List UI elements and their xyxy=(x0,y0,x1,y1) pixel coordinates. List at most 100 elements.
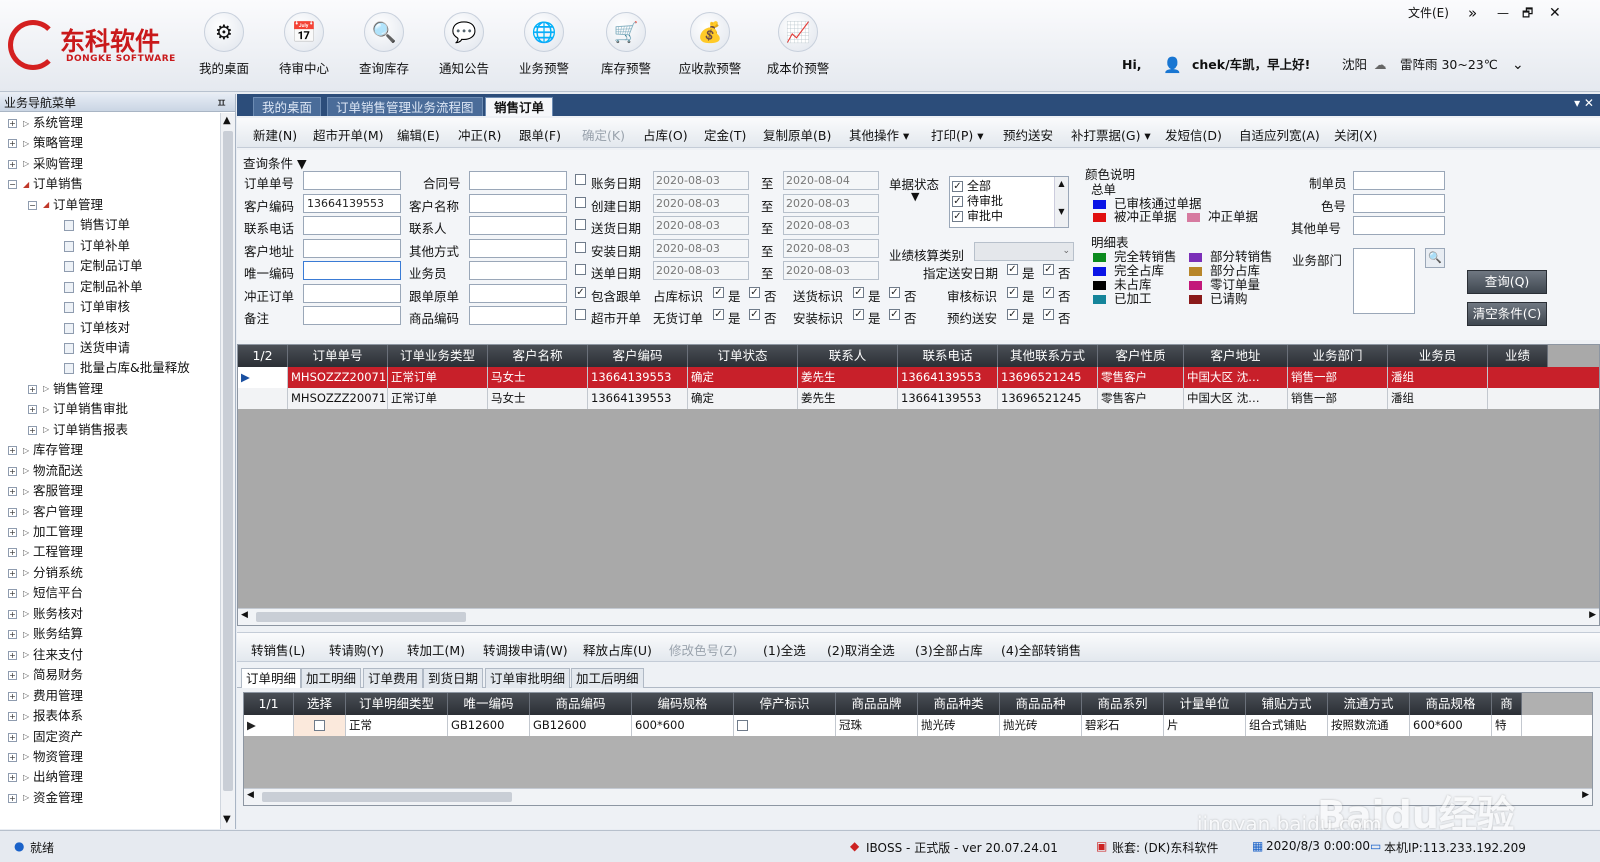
expand-toggle-icon[interactable]: + xyxy=(8,548,17,558)
table-cell[interactable] xyxy=(294,715,346,736)
sidebar-item[interactable]: + ▷ 账务结算 xyxy=(8,624,83,644)
doc-status-list[interactable]: ✓ 全部 ✓ 待审批 ✓ 审批中 ▲ ▼ xyxy=(949,176,1069,228)
yes-checkbox[interactable]: ✓ xyxy=(853,286,864,298)
detail-tab[interactable]: 到货日期 xyxy=(423,668,484,688)
query-field-input[interactable] xyxy=(303,238,401,258)
overflow-icon[interactable]: » xyxy=(1468,0,1477,26)
date-checkbox[interactable] xyxy=(575,219,586,230)
date-checkbox[interactable] xyxy=(575,264,586,275)
sidebar-item[interactable]: + ▷ 客户管理 xyxy=(8,502,83,522)
query-conditions-toggle[interactable]: 查询条件 ▼ xyxy=(243,153,307,172)
query-field-input[interactable] xyxy=(469,261,567,280)
action-button[interactable]: 定金(T) xyxy=(704,125,746,144)
action-button[interactable]: 跟单(F) xyxy=(519,125,561,144)
column-header[interactable]: 业务部门 xyxy=(1288,345,1388,367)
detail-tab[interactable]: 加工后明细 xyxy=(571,668,644,688)
column-header[interactable]: 编码规格 xyxy=(632,693,734,715)
sidebar-item[interactable]: + ▷ 报表体系 xyxy=(8,706,83,726)
no-checkbox[interactable]: ✓ xyxy=(1043,309,1054,320)
sidebar-item[interactable]: + ▷ 资金管理 xyxy=(8,788,83,808)
sidebar-item[interactable]: + ▷ 简易财务 xyxy=(8,665,83,685)
date-to-input[interactable]: 2020-08-03 xyxy=(783,238,879,258)
toolbar-button-3[interactable]: 🔍 查询库存 xyxy=(346,12,422,82)
column-header[interactable]: 客户地址 xyxy=(1184,345,1288,367)
sidebar-item[interactable]: 订单补单 xyxy=(48,236,130,256)
action-button[interactable]: 预约送安 xyxy=(1003,125,1053,144)
expand-toggle-icon[interactable]: + xyxy=(28,425,37,435)
sidebar-item[interactable]: + ▷ 分销系统 xyxy=(8,563,83,583)
sidebar-item[interactable]: − ◢ 订单销售 xyxy=(8,174,83,194)
sidebar-item[interactable]: + ▷ 账务核对 xyxy=(8,604,83,624)
expand-toggle-icon[interactable]: + xyxy=(8,466,17,476)
tab-my-desktop[interactable]: 我的桌面 xyxy=(253,97,322,116)
action-button[interactable]: 发短信(D) xyxy=(1165,125,1222,144)
doc-status-scroll[interactable]: ▲ ▼ xyxy=(1054,177,1068,227)
sidebar-item[interactable]: 订单审核 xyxy=(48,297,130,317)
sidebar-item[interactable]: + ▷ 系统管理 xyxy=(8,113,83,133)
action-button[interactable]: 占库(O) xyxy=(643,125,688,144)
sidebar-item[interactable]: + ▷ 订单销售审批 xyxy=(28,399,128,419)
date-to-input[interactable]: 2020-08-03 xyxy=(783,216,879,235)
sidebar-scroll-thumb[interactable] xyxy=(223,131,233,791)
sidebar-item[interactable]: + ▷ 费用管理 xyxy=(8,686,83,706)
yes-checkbox[interactable]: ✓ xyxy=(853,309,864,320)
date-from-input[interactable]: 2020-08-03 xyxy=(653,238,749,258)
column-header[interactable]: 流通方式 xyxy=(1328,693,1410,715)
detail-tab[interactable]: 订单审批明细 xyxy=(485,668,571,688)
column-header[interactable]: 客户名称 xyxy=(488,345,588,367)
expand-toggle-icon[interactable]: + xyxy=(8,773,17,783)
column-header[interactable]: 联系人 xyxy=(798,345,898,367)
query-field-input[interactable] xyxy=(469,171,567,190)
expand-toggle-icon[interactable]: + xyxy=(8,139,17,149)
expand-toggle-icon[interactable]: + xyxy=(8,712,17,722)
action-button[interactable]: 复制原单(B) xyxy=(763,125,831,144)
date-from-input[interactable]: 2020-08-03 xyxy=(653,261,749,280)
action-button[interactable]: 超市开单(M) xyxy=(313,125,384,144)
tab-order-flowchart[interactable]: 订单销售管理业务流程图 xyxy=(327,97,483,116)
doc-status-arrow-icon[interactable]: ▼ xyxy=(911,190,919,203)
expand-toggle-icon[interactable]: + xyxy=(8,691,17,701)
no-checkbox[interactable]: ✓ xyxy=(749,309,760,320)
detail-action-button[interactable]: 转调拨申请(W) xyxy=(483,640,568,659)
query-field-input[interactable] xyxy=(303,261,401,280)
expand-toggle-icon[interactable]: + xyxy=(8,568,17,578)
sidebar-item[interactable]: + ▷ 工程管理 xyxy=(8,542,83,562)
query-field-input[interactable] xyxy=(469,216,567,235)
expand-toggle-icon[interactable]: + xyxy=(8,159,17,169)
column-header[interactable]: 商品品种 xyxy=(1000,693,1082,715)
action-button[interactable]: 打印(P) ▾ xyxy=(931,125,984,144)
action-button[interactable]: 自适应列宽(A) xyxy=(1239,125,1320,144)
column-header[interactable]: 联系电话 xyxy=(898,345,998,367)
sidebar-item[interactable]: + ▷ 出纳管理 xyxy=(8,767,83,787)
details-hscroll-thumb[interactable] xyxy=(262,792,512,802)
action-button[interactable]: 其他操作 ▾ xyxy=(849,125,909,144)
select-checkbox[interactable] xyxy=(737,720,748,731)
expand-toggle-icon[interactable]: + xyxy=(8,589,17,599)
query-field-input[interactable] xyxy=(1353,171,1445,190)
select-checkbox[interactable] xyxy=(314,720,325,731)
column-header[interactable]: 业务员 xyxy=(1388,345,1488,367)
sidebar-item[interactable]: + ▷ 短信平台 xyxy=(8,583,83,603)
perf-category-select[interactable]: ⌄ xyxy=(974,242,1074,261)
sidebar-item[interactable]: + ▷ 物流配送 xyxy=(8,461,83,481)
query-field-input[interactable] xyxy=(469,306,567,325)
query-field-input[interactable] xyxy=(1353,193,1445,213)
doc-status-checkbox[interactable]: ✓ xyxy=(952,211,963,222)
action-button[interactable]: 新建(N) xyxy=(253,125,297,144)
query-field-input[interactable] xyxy=(303,306,401,325)
date-to-input[interactable]: 2020-08-03 xyxy=(783,193,879,213)
scroll-right-icon[interactable]: ▶ xyxy=(1589,610,1596,620)
doc-status-checkbox[interactable]: ✓ xyxy=(952,181,963,192)
expand-toggle-icon[interactable]: + xyxy=(8,446,17,456)
column-header[interactable]: 订单明细类型 xyxy=(346,693,448,715)
column-header[interactable]: 商品种类 xyxy=(918,693,1000,715)
sidebar-item[interactable]: 批量占库&批量释放 xyxy=(48,358,190,378)
toolbar-button-2[interactable]: 📅 待审中心 xyxy=(266,12,342,82)
expand-toggle-icon[interactable]: + xyxy=(8,671,17,681)
detail-action-button[interactable]: (1)全选 xyxy=(763,640,806,659)
sidebar-item[interactable]: 定制品补单 xyxy=(48,277,143,297)
restore-icon[interactable]: 🗗 xyxy=(1522,0,1533,26)
detail-tab[interactable]: 加工明细 xyxy=(301,668,362,688)
column-header[interactable]: 计量单位 xyxy=(1164,693,1246,715)
expand-toggle-icon[interactable]: + xyxy=(8,487,17,497)
